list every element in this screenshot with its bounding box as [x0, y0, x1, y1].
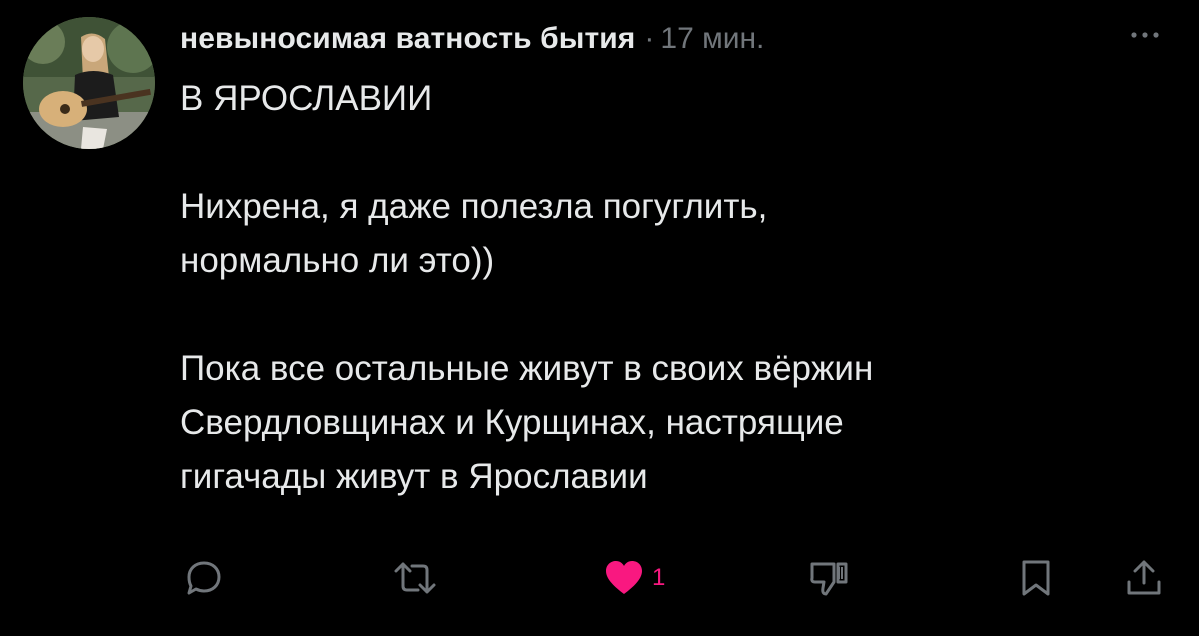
share-button[interactable] — [1124, 548, 1164, 608]
avatar-image — [23, 17, 155, 149]
post-paragraph: В ЯРОСЛАВИИ — [180, 79, 433, 118]
post-header: невыносимая ватность бытия · 17 мин. — [180, 22, 764, 62]
heart-filled-icon — [606, 561, 642, 594]
thumbs-down-icon — [810, 562, 848, 596]
action-bar: 1 — [0, 548, 1199, 608]
repost-button[interactable] — [392, 548, 438, 608]
post-paragraph: Пока все остальные живут в своих вёржин … — [180, 349, 874, 496]
like-button[interactable]: 1 — [604, 548, 665, 608]
bookmark-button[interactable] — [1018, 548, 1054, 608]
post-text: В ЯРОСЛАВИИ Нихрена, я даже полезла погу… — [180, 72, 1180, 504]
reply-button[interactable] — [184, 548, 224, 608]
like-count: 1 — [652, 564, 666, 591]
dislike-button[interactable] — [808, 548, 850, 608]
post-paragraph: Нихрена, я даже полезла погуглить, норма… — [180, 187, 768, 280]
author-name[interactable]: невыносимая ватность бытия — [180, 22, 635, 56]
header-separator: · — [644, 22, 655, 55]
bookmark-icon — [1022, 560, 1050, 596]
more-dots-icon — [1131, 32, 1159, 38]
post[interactable]: невыносимая ватность бытия · 17 мин. В Я… — [0, 0, 1199, 636]
repost-arrows-icon — [394, 562, 436, 594]
share-upload-icon — [1127, 560, 1161, 595]
post-timestamp[interactable]: 17 мин. — [660, 22, 764, 56]
speech-bubble-icon — [187, 561, 221, 595]
more-options-button[interactable] — [1120, 20, 1170, 50]
avatar[interactable] — [23, 17, 155, 149]
